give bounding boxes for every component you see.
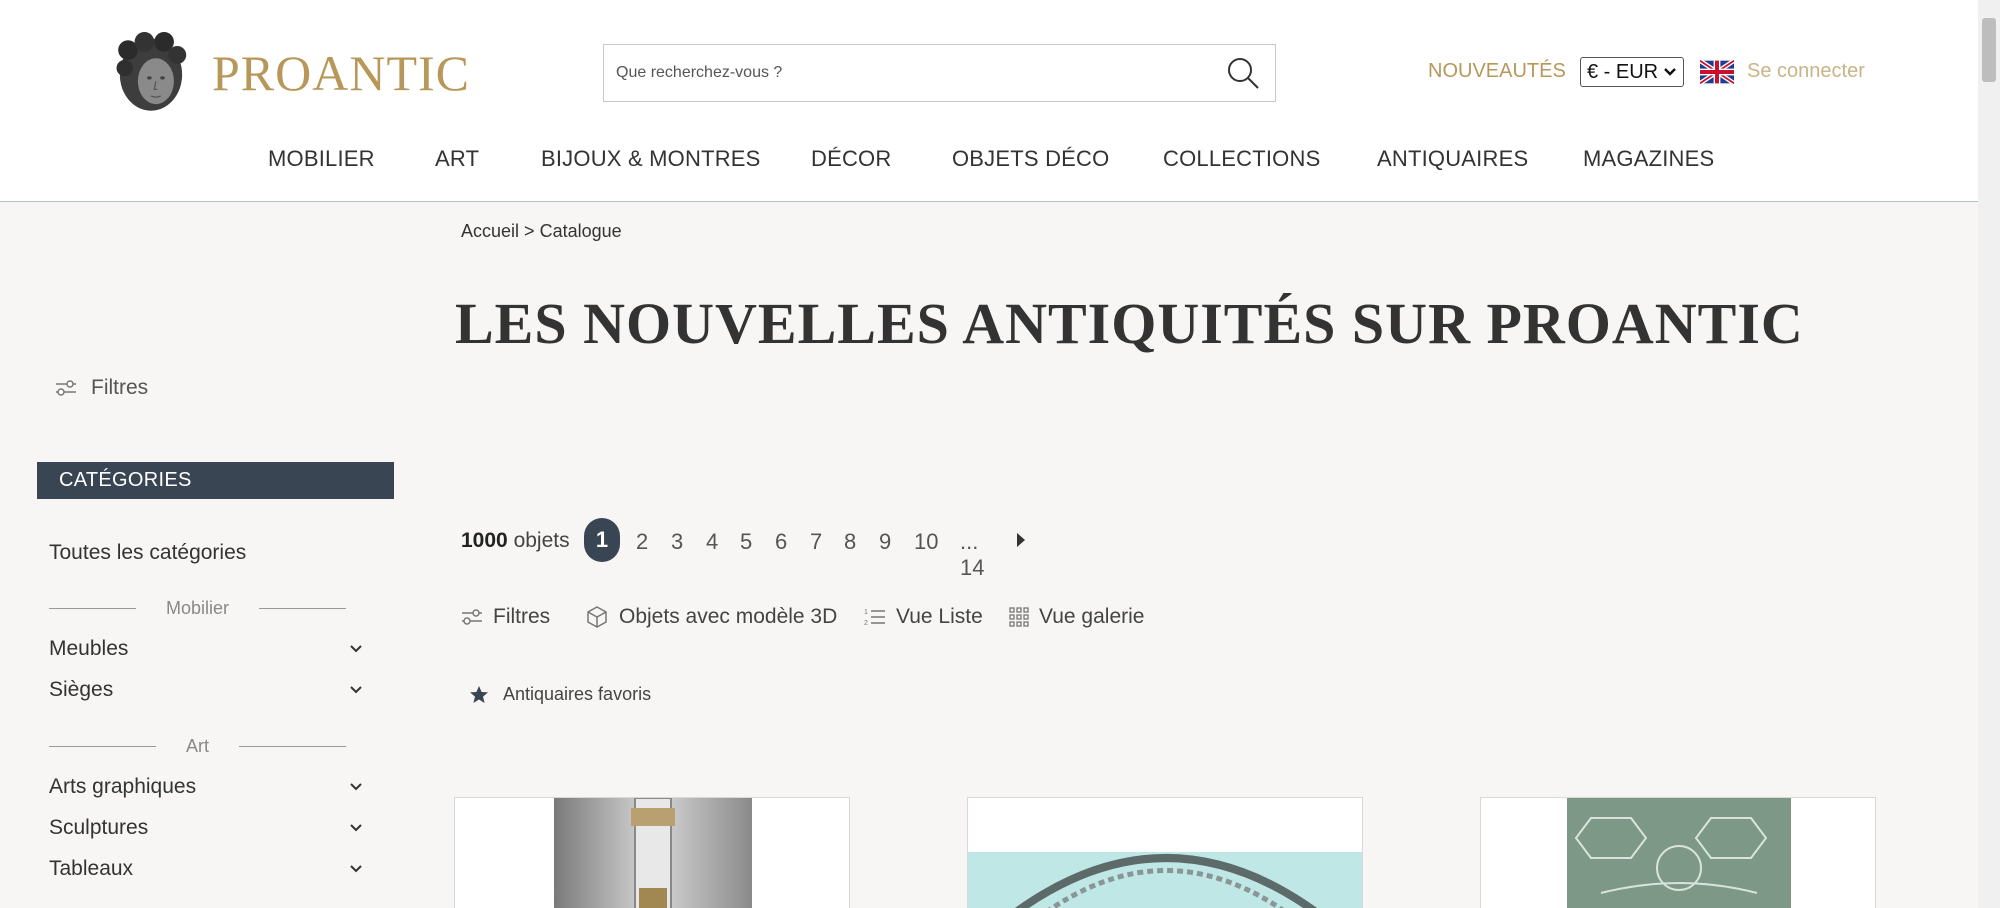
sidebar-group-label: Art: [186, 735, 210, 756]
nav-item-bijoux[interactable]: BIJOUX & MONTRES: [541, 146, 761, 172]
chevron-down-icon[interactable]: [349, 644, 363, 654]
uk-flag-icon[interactable]: [1700, 60, 1734, 84]
nav-item-magazines[interactable]: MAGAZINES: [1583, 146, 1714, 172]
search-box: [603, 44, 1276, 102]
chevron-down-icon[interactable]: [349, 823, 363, 833]
sidebar-item-meubles[interactable]: Meubles: [49, 637, 363, 661]
page-7[interactable]: 7: [810, 529, 822, 555]
nav-item-objets-deco[interactable]: OBJETS DÉCO: [952, 146, 1109, 172]
favorite-dealers-button[interactable]: Antiquaires favoris: [469, 684, 651, 705]
nouveautes-link[interactable]: NOUVEAUTÉS: [1428, 60, 1566, 83]
page-5[interactable]: 5: [740, 529, 752, 555]
sidebar-item-label: Sièges: [49, 678, 114, 701]
logo[interactable]: PROANTIC: [110, 20, 470, 125]
sidebar-group-label: Mobilier: [165, 597, 230, 618]
page-10[interactable]: 10: [914, 529, 938, 555]
search-input[interactable]: [616, 45, 1206, 101]
sidebar-item-label: Tableaux: [49, 857, 134, 880]
result-count: 1000 objets: [461, 529, 570, 553]
page-2[interactable]: 2: [636, 529, 648, 555]
list-view-label: Vue Liste: [896, 605, 983, 628]
scrollbar[interactable]: [1978, 0, 2000, 908]
page-1-current[interactable]: 1: [584, 518, 620, 562]
chevron-down-icon[interactable]: [349, 864, 363, 874]
models-3d-label: Objets avec modèle 3D: [619, 605, 838, 628]
filters-label: Filtres: [493, 605, 551, 628]
sidebar-item-label: Meubles: [49, 637, 129, 660]
result-count-number: 1000: [461, 529, 508, 552]
next-page-icon[interactable]: [1016, 533, 1026, 547]
list-view-button[interactable]: 1 2 Vue Liste: [864, 605, 983, 629]
product-image: [1567, 798, 1791, 908]
product-image: [554, 798, 752, 908]
page-4[interactable]: 4: [706, 529, 718, 555]
product-card[interactable]: [967, 797, 1363, 908]
grid-view-icon: [1009, 607, 1029, 627]
scrollbar-thumb[interactable]: [1982, 18, 1996, 82]
breadcrumb: Accueil > Catalogue: [461, 221, 622, 242]
categories-header: CATÉGORIES: [37, 462, 394, 499]
chevron-down-icon[interactable]: [349, 685, 363, 695]
filter-icon: [56, 380, 76, 396]
chevron-down-icon[interactable]: [349, 782, 363, 792]
login-link[interactable]: Se connecter: [1747, 60, 1865, 83]
svg-text:1: 1: [864, 609, 868, 616]
sidebar-item-all[interactable]: Toutes les catégories: [49, 541, 246, 565]
page-9[interactable]: 9: [879, 529, 891, 555]
sidebar-item-arts-graphiques[interactable]: Arts graphiques: [49, 775, 363, 799]
sidebar-filters-label: Filtres: [91, 376, 149, 399]
list-view-icon: 1 2: [864, 609, 885, 627]
sidebar-item-label: Sculptures: [49, 816, 149, 839]
models-3d-button[interactable]: Objets avec modèle 3D: [585, 605, 837, 629]
chevron-down-icon: [1664, 68, 1676, 76]
product-image: [968, 852, 1362, 908]
logo-head-icon: [116, 31, 187, 111]
star-icon: [470, 685, 488, 703]
site-header: PROANTIC NOUVEAUTÉS € - EUR Se connecter…: [0, 0, 1978, 202]
search-icon[interactable]: [1225, 55, 1261, 91]
nav-item-collections[interactable]: COLLECTIONS: [1163, 146, 1320, 172]
product-card[interactable]: [1480, 797, 1876, 908]
filters-button[interactable]: Filtres: [461, 605, 550, 629]
nav-item-art[interactable]: ART: [435, 146, 479, 172]
gallery-view-button[interactable]: Vue galerie: [1009, 605, 1144, 629]
sidebar-group-mobilier: Mobilier: [49, 596, 346, 620]
breadcrumb-home[interactable]: Accueil: [461, 221, 519, 241]
sidebar-item-sieges[interactable]: Sièges: [49, 678, 363, 702]
sidebar-filters-button[interactable]: Filtres: [55, 376, 148, 400]
page-8[interactable]: 8: [844, 529, 856, 555]
favorite-dealers-label: Antiquaires favoris: [503, 684, 652, 704]
sidebar-item-label: Arts graphiques: [49, 775, 197, 798]
gallery-view-label: Vue galerie: [1039, 605, 1145, 628]
main-nav: MOBILIER ART BIJOUX & MONTRES DÉCOR OBJE…: [0, 146, 1978, 180]
breadcrumb-separator: >: [524, 221, 535, 241]
filter-icon: [462, 609, 482, 625]
page-last[interactable]: ... 14: [960, 529, 984, 581]
currency-value: € - EUR: [1587, 60, 1659, 83]
breadcrumb-current[interactable]: Catalogue: [540, 221, 622, 241]
result-count-label: objets: [513, 529, 570, 552]
page-6[interactable]: 6: [775, 529, 787, 555]
nav-item-mobilier[interactable]: MOBILIER: [268, 146, 375, 172]
page-3[interactable]: 3: [671, 529, 683, 555]
currency-select[interactable]: € - EUR: [1580, 57, 1684, 87]
nav-item-decor[interactable]: DÉCOR: [811, 146, 891, 172]
sidebar-item-sculptures[interactable]: Sculptures: [49, 816, 363, 840]
page-title: LES NOUVELLES ANTIQUITÉS SUR PROANTIC: [455, 291, 1804, 356]
nav-item-antiquaires[interactable]: ANTIQUAIRES: [1377, 146, 1528, 172]
product-card[interactable]: [454, 797, 850, 908]
cube-3d-icon: [587, 606, 607, 628]
sidebar-group-art: Art: [49, 734, 347, 758]
svg-text:2: 2: [864, 620, 868, 627]
sidebar-item-tableaux[interactable]: Tableaux: [49, 857, 363, 881]
logo-text: PROANTIC: [211, 44, 470, 101]
